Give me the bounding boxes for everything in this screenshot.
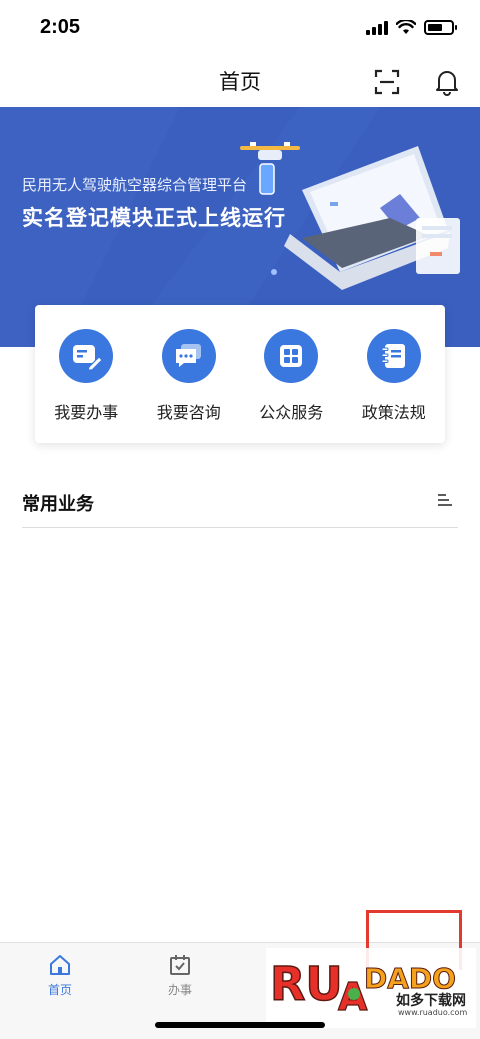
watermark-url: www.ruaduo.com	[398, 1008, 468, 1017]
wifi-icon	[396, 20, 416, 34]
quick-action-label: 我要咨询	[156, 403, 221, 422]
laptop-drone-illustration	[240, 142, 460, 290]
tab-home[interactable]: 首页	[20, 953, 100, 998]
tab-work[interactable]: 办事	[140, 953, 220, 998]
quick-action-policies[interactable]: 政策法规	[344, 329, 444, 443]
status-icons	[366, 20, 457, 35]
notebook-icon	[366, 329, 421, 383]
scan-icon[interactable]	[374, 69, 400, 95]
banner-subtitle: 民用无人驾驶航空器综合管理平台	[22, 176, 248, 194]
quick-action-public-service[interactable]: 公众服务	[241, 329, 341, 443]
tab-label: 办事	[167, 983, 192, 997]
home-icon	[50, 955, 70, 975]
svg-text:RU: RU	[270, 957, 343, 1011]
edit-doc-icon	[59, 329, 114, 383]
quick-action-label: 政策法规	[361, 403, 426, 422]
common-business-header: 常用业务	[22, 486, 458, 528]
page-title: 首页	[219, 70, 261, 94]
quick-action-label: 我要办事	[54, 403, 119, 422]
chat-icon	[161, 329, 216, 383]
battery-icon	[424, 20, 457, 35]
nav-bar: 首页	[0, 58, 480, 106]
bell-icon[interactable]	[434, 68, 460, 96]
quick-action-handle-affairs[interactable]: 我要办事	[36, 329, 136, 443]
home-indicator	[155, 1022, 325, 1028]
grid-icon	[264, 329, 319, 383]
calendar-check-icon	[170, 955, 190, 975]
watermark-sub: 如多下载网	[396, 993, 466, 1009]
status-time: 2:05	[40, 16, 81, 38]
signal-icon	[366, 20, 388, 35]
quick-action-label: 公众服务	[259, 403, 324, 422]
status-bar: 2:05	[0, 0, 480, 58]
tab-label: 首页	[47, 983, 72, 997]
quick-actions-card: 我要办事 我要咨询 公众服务 政策法规	[35, 305, 445, 443]
list-menu-icon[interactable]	[436, 492, 454, 508]
quick-action-consult[interactable]: 我要咨询	[139, 329, 239, 443]
section-title: 常用业务	[22, 494, 94, 515]
